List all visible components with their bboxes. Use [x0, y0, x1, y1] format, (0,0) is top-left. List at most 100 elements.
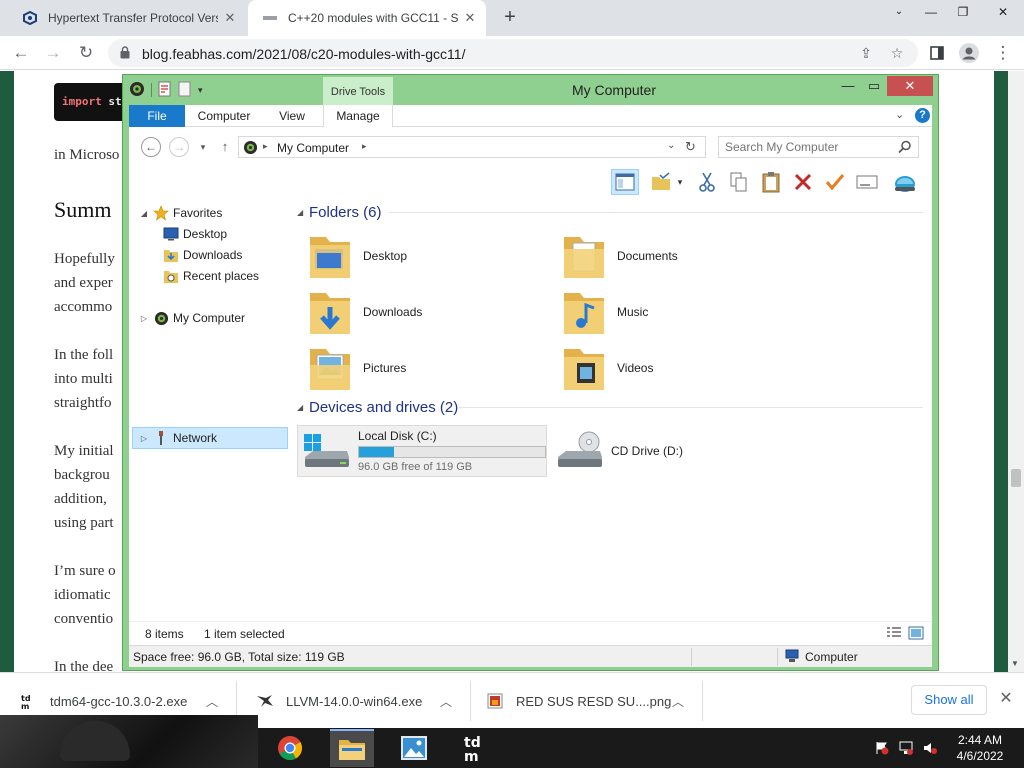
menu-kebab-icon[interactable]: ⋮ [990, 40, 1016, 66]
restore-button[interactable]: ❐ [946, 0, 980, 28]
drive-name: CD Drive (D:) [611, 444, 683, 458]
organize-button[interactable] [647, 169, 675, 195]
pictures-folder-icon [307, 343, 353, 393]
folder-tile-documents[interactable]: Documents [547, 229, 797, 283]
tab-computer[interactable]: Computer [191, 105, 257, 127]
download-item-png[interactable]: RED SUS RESD SU....png ︿ [466, 673, 702, 729]
address-dropdown-icon[interactable]: ⌄ [667, 140, 675, 151]
up-arrow-icon[interactable]: ↑ [215, 137, 235, 157]
page-scrollbar[interactable]: ▼ [1008, 71, 1024, 672]
tab-view[interactable]: View [267, 105, 317, 127]
folder-tile-pictures[interactable]: Pictures [293, 341, 543, 395]
article-text: In the foll [54, 347, 114, 363]
collapse-caret-icon[interactable]: ◢ [297, 403, 309, 412]
drive-tile-local-disk[interactable]: Local Disk (C:) 96.0 GB free of 119 GB [297, 425, 547, 477]
breadcrumb-chevron-icon[interactable]: ▸ [263, 141, 268, 152]
close-window-button[interactable]: ✕ [986, 0, 1020, 28]
folder-tile-videos[interactable]: Videos [547, 341, 797, 395]
show-all-downloads-button[interactable]: Show all [911, 685, 987, 715]
volume-muted-icon[interactable] [922, 740, 938, 756]
disk-space-summary: Space free: 96.0 GB, Total size: 119 GB [133, 650, 345, 664]
network-status-icon[interactable] [898, 740, 914, 756]
nav-item-network[interactable]: ▷ Network [132, 427, 288, 449]
nav-item-downloads[interactable]: Downloads [159, 245, 242, 265]
collapse-caret-icon[interactable]: ◢ [139, 209, 149, 218]
search-box[interactable] [718, 136, 919, 158]
organize-dropdown-icon[interactable]: ▾ [673, 169, 687, 195]
search-input[interactable] [725, 140, 890, 154]
tab-close-icon[interactable]: ✕ [462, 10, 478, 26]
preview-pane-button[interactable] [611, 169, 639, 195]
drive-tile-cd[interactable]: CD Drive (D:) [551, 425, 751, 477]
scroll-down-icon[interactable]: ▼ [1011, 659, 1019, 668]
expand-caret-icon[interactable]: ▷ [139, 434, 149, 443]
nav-item-recent-places[interactable]: Recent places [159, 266, 259, 286]
forward-arrow-icon[interactable]: → [40, 40, 66, 66]
expand-ribbon-icon[interactable]: ⌄ [895, 108, 904, 121]
folder-tile-downloads[interactable]: Downloads [293, 285, 543, 339]
recent-locations-icon[interactable]: ▾ [193, 137, 213, 157]
breadcrumb[interactable]: My Computer [277, 141, 349, 155]
details-view-icon[interactable] [886, 626, 902, 643]
breadcrumb-chevron-icon[interactable]: ▸ [362, 141, 367, 152]
group-header-folders[interactable]: ◢ Folders (6) [297, 202, 925, 222]
browser-tab-cpp20[interactable]: C++20 modules with GCC11 - St ✕ [248, 0, 486, 36]
browser-tab-http[interactable]: Hypertext Transfer Protocol Versi ✕ [8, 0, 246, 36]
refresh-icon[interactable]: ↻ [685, 139, 696, 155]
system-clock[interactable]: 2:44 AM 4/6/2022 [950, 732, 1010, 764]
search-icon[interactable] [898, 140, 912, 154]
paste-button[interactable] [757, 169, 785, 195]
explorer-close-button[interactable]: ✕ [887, 76, 933, 96]
group-header-devices[interactable]: ◢ Devices and drives (2) [297, 397, 925, 417]
bookmark-star-icon[interactable]: ☆ [888, 45, 906, 61]
delete-button[interactable] [789, 169, 817, 195]
download-options-chevron-icon[interactable]: ︿ [440, 693, 452, 710]
large-icons-view-icon[interactable] [908, 626, 924, 643]
taskbar-tdm-button[interactable]: td m [454, 729, 498, 767]
explorer-forward-icon[interactable]: → [169, 137, 189, 157]
action-center-flag-icon[interactable] [874, 740, 890, 756]
network-icon [153, 430, 169, 446]
back-arrow-icon[interactable]: ← [8, 40, 34, 66]
download-options-chevron-icon[interactable]: ︿ [206, 693, 218, 710]
taskbar-photos-button[interactable] [392, 729, 436, 767]
folder-label: Pictures [363, 361, 407, 375]
taskbar-explorer-button[interactable] [330, 729, 374, 767]
side-panel-icon[interactable] [924, 40, 950, 66]
help-icon[interactable]: ? [915, 108, 930, 123]
explorer-address-box[interactable]: ▸ My Computer ▸ ⌄ ↻ [238, 136, 706, 158]
reload-icon[interactable]: ↻ [73, 40, 99, 66]
network-globe-button[interactable] [891, 169, 919, 195]
explorer-maximize-button[interactable]: ▭ [859, 77, 889, 97]
nav-item-desktop[interactable]: Desktop [159, 224, 227, 244]
close-download-bar-icon[interactable]: ✕ [996, 689, 1016, 709]
explorer-back-icon[interactable]: ← [141, 137, 161, 157]
collapse-caret-icon[interactable]: ◢ [297, 208, 309, 217]
copy-button[interactable] [725, 169, 753, 195]
download-item-llvm[interactable]: LLVM-14.0.0-win64.exe ︿ [236, 673, 470, 729]
minimize-button[interactable]: — [914, 0, 948, 28]
address-bar[interactable]: blog.feabhas.com/2021/08/c20-modules-wit… [108, 39, 918, 67]
tab-search-button[interactable]: ⌄ [882, 0, 916, 28]
apply-button[interactable] [821, 169, 849, 195]
svg-text:m: m [464, 749, 479, 763]
share-icon[interactable]: ⇪ [857, 45, 875, 61]
tab-file[interactable]: File [129, 105, 185, 127]
nav-item-favorites[interactable]: ◢ Favorites [139, 203, 222, 223]
computer-icon [153, 310, 169, 326]
tab-manage[interactable]: Manage [323, 105, 393, 127]
explorer-titlebar[interactable]: ▾ Drive Tools My Computer — ▭ ✕ [123, 75, 938, 105]
desktop-icon [163, 226, 179, 242]
rename-button[interactable] [853, 169, 881, 195]
cut-button[interactable] [693, 169, 721, 195]
scrollbar-thumb[interactable] [1011, 469, 1021, 487]
nav-item-my-computer[interactable]: ▷ My Computer [139, 308, 245, 328]
download-options-chevron-icon[interactable]: ︿ [672, 693, 684, 710]
expand-caret-icon[interactable]: ▷ [139, 314, 149, 323]
folder-tile-desktop[interactable]: Desktop [293, 229, 543, 283]
folder-tile-music[interactable]: Music [547, 285, 797, 339]
taskbar-chrome-button[interactable] [268, 729, 312, 767]
profile-avatar-icon[interactable] [956, 40, 982, 66]
new-tab-button[interactable]: + [498, 6, 522, 30]
tab-close-icon[interactable]: ✕ [222, 10, 238, 26]
